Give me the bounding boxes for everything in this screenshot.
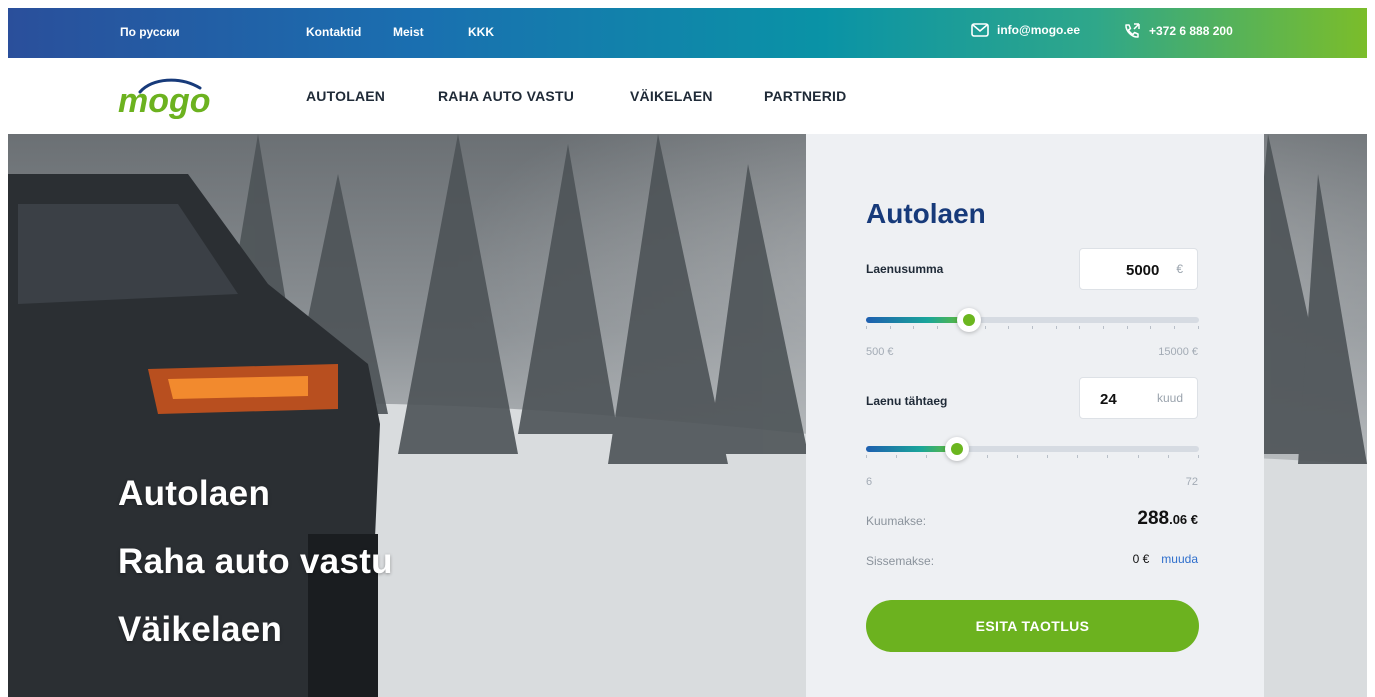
loan-amount-slider[interactable] [866, 308, 1199, 332]
downpayment-row: 0 € muuda [1133, 552, 1198, 566]
main-nav: mogo AUTOLAEN RAHA AUTO VASTU VÄIKELAEN … [8, 58, 1367, 134]
loan-term-input[interactable]: 24 kuud [1079, 377, 1198, 419]
topbar-link-kontaktid[interactable]: Kontaktid [306, 25, 361, 39]
loan-amount-min: 500 € [866, 346, 894, 358]
monthly-payment-label: Kuumakse: [866, 514, 927, 528]
hero-heading-autolaen: Autolaen [118, 474, 271, 513]
submit-application-button[interactable]: ESITA TAOTLUS [866, 600, 1199, 652]
loan-amount-value: 5000 [1126, 262, 1160, 279]
downpayment-label: Sissemakse: [866, 554, 935, 568]
nav-item-partnerid[interactable]: PARTNERID [764, 88, 846, 104]
slider-fill [866, 446, 957, 452]
svg-text:mogo: mogo [118, 82, 211, 120]
slider-handle[interactable] [957, 308, 981, 332]
euro-unit: € [1176, 262, 1183, 276]
email-text: info@mogo.ee [997, 23, 1081, 37]
phone-link[interactable]: +372 6 888 200 [1123, 23, 1233, 39]
phone-text: +372 6 888 200 [1149, 24, 1233, 38]
loan-amount-max: 15000 € [1158, 346, 1198, 358]
top-bar: По русски Kontaktid Meist KKK info@mogo.… [8, 8, 1367, 58]
monthly-payment-decimals: .06 € [1169, 512, 1198, 527]
nav-item-raha-auto-vastu[interactable]: RAHA AUTO VASTU [438, 88, 574, 104]
downpayment-change-link[interactable]: muuda [1161, 552, 1198, 566]
months-unit: kuud [1156, 391, 1183, 405]
slider-ticks [866, 326, 1199, 329]
mail-icon [971, 23, 989, 37]
monthly-payment-whole: 288 [1137, 508, 1170, 529]
monthly-payment-value: 288.06 € [1137, 508, 1198, 530]
slider-ticks [866, 455, 1199, 458]
hero-section: Autolaen Raha auto vastu Väikelaen Autol… [8, 134, 1367, 697]
loan-amount-input[interactable]: 5000 € [1079, 248, 1198, 290]
loan-calculator: Autolaen Laenusumma 5000 € 500 € 15000 €… [806, 134, 1264, 697]
nav-item-vaikelaen[interactable]: VÄIKELAEN [630, 88, 713, 104]
hero-heading-vaikelaen: Väikelaen [118, 610, 283, 649]
nav-item-autolaen[interactable]: AUTOLAEN [306, 88, 385, 104]
email-link[interactable]: info@mogo.ee [971, 23, 1080, 37]
loan-term-value: 24 [1100, 391, 1117, 408]
loan-amount-label: Laenusumma [866, 262, 944, 276]
phone-icon [1123, 23, 1141, 39]
loan-term-label: Laenu tähtaeg [866, 394, 948, 408]
slider-handle[interactable] [945, 437, 969, 461]
downpayment-value: 0 € [1132, 552, 1150, 566]
loan-term-slider[interactable] [866, 437, 1199, 461]
loan-term-max: 72 [1185, 476, 1198, 488]
topbar-link-kkk[interactable]: KKK [468, 25, 494, 39]
topbar-link-meist[interactable]: Meist [393, 25, 424, 39]
language-link-russian[interactable]: По русски [120, 25, 180, 39]
loan-term-min: 6 [866, 476, 873, 488]
mogo-logo[interactable]: mogo [118, 72, 218, 122]
hero-heading-raha-auto-vastu: Raha auto vastu [118, 542, 393, 581]
calculator-title: Autolaen [866, 198, 986, 229]
slider-fill [866, 317, 969, 323]
